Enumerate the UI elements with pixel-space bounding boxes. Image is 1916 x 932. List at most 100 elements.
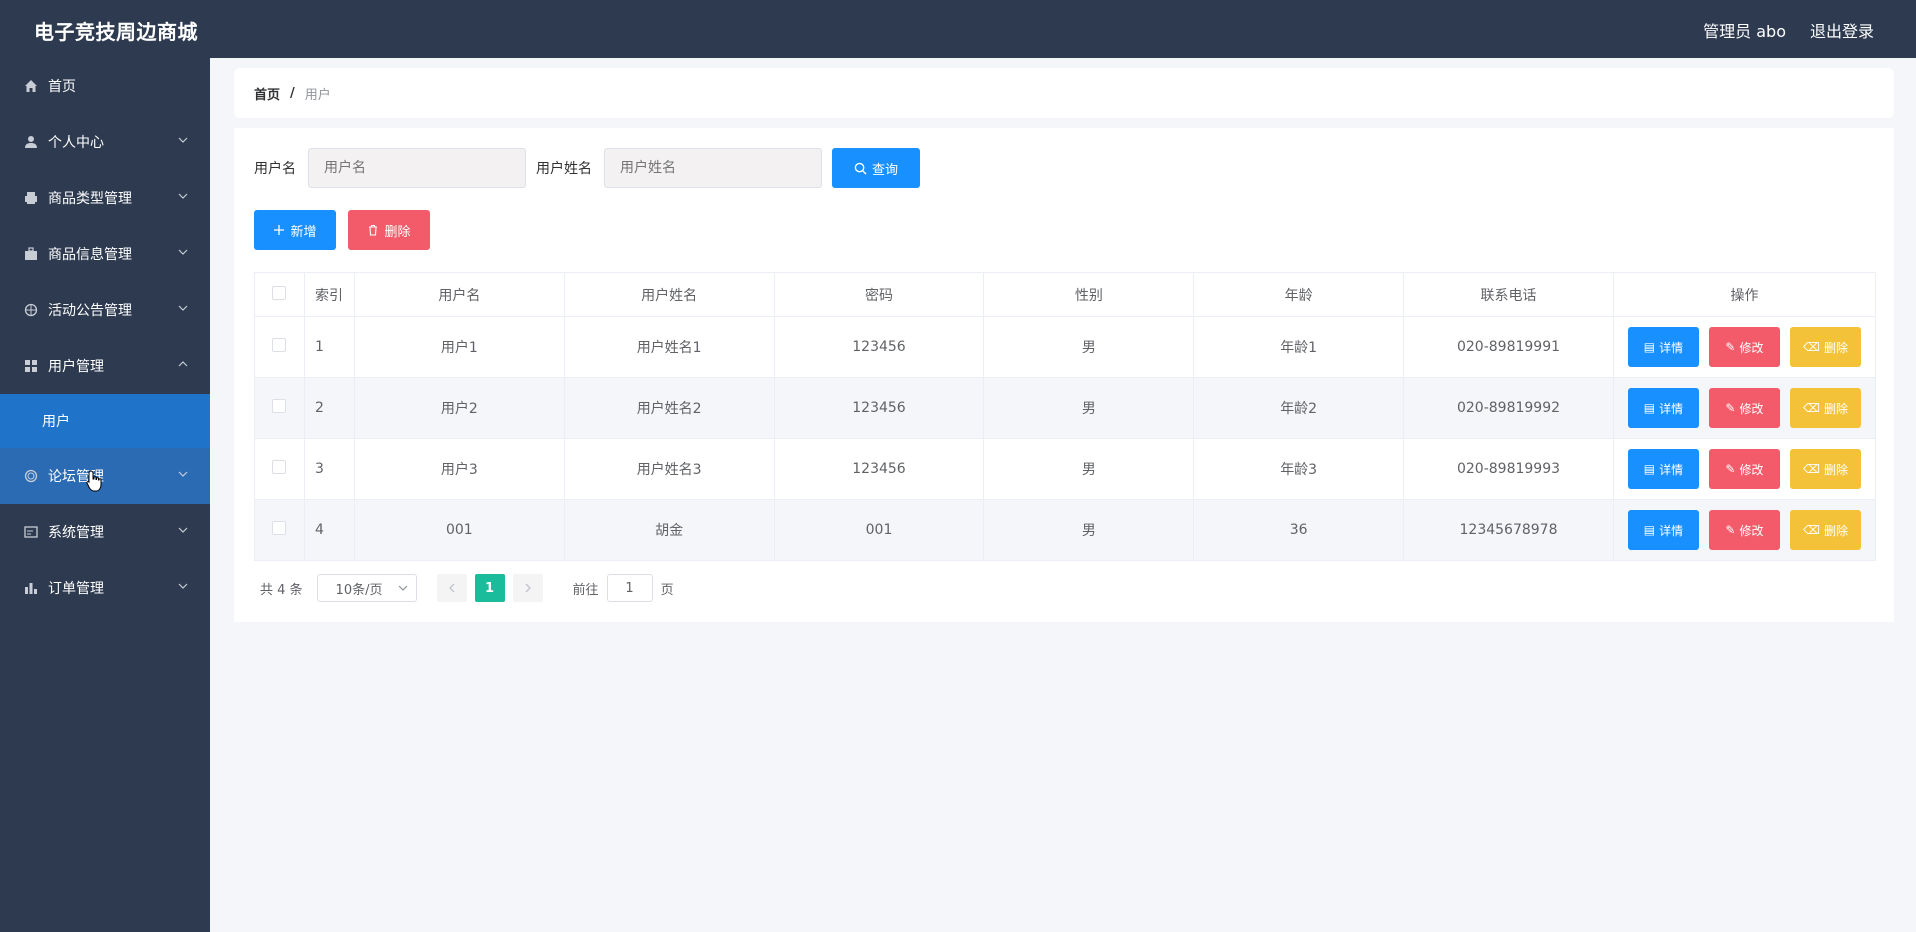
detail-button[interactable]: ▤ 详情	[1627, 327, 1699, 367]
sidebar-item-forum[interactable]: 论坛管理	[0, 448, 210, 504]
detail-icon: ▤	[1643, 462, 1656, 476]
edit-icon: ✎	[1725, 523, 1736, 537]
row-select-cell	[254, 499, 305, 561]
row-checkbox[interactable]	[272, 338, 287, 352]
delete-label: 删除	[1823, 462, 1848, 477]
grid-icon	[24, 359, 38, 373]
detail-label: 详情	[1659, 523, 1684, 538]
cell-gender: 男	[983, 377, 1195, 439]
delete-button[interactable]: ⌫ 删除	[1789, 327, 1861, 367]
delete-button[interactable]: ⌫ 删除	[1789, 510, 1861, 550]
app-title: 电子竞技周边商城	[34, 20, 198, 44]
page-size-select[interactable]: 10条/页	[316, 574, 417, 602]
goto-page-input[interactable]	[606, 574, 653, 602]
cell-gender: 男	[983, 499, 1195, 561]
edit-label: 修改	[1739, 340, 1764, 355]
edit-button[interactable]: ✎ 修改	[1708, 449, 1780, 489]
edit-button[interactable]: ✎ 修改	[1708, 327, 1780, 367]
query-button[interactable]: 查询	[832, 148, 920, 188]
realname-label: 用户姓名	[536, 161, 592, 177]
logout-link[interactable]: 退出登录	[1810, 18, 1874, 42]
sidebar-item-home[interactable]: 首页	[0, 58, 210, 114]
sidebar: 首页 个人中心 商品类型管理 商品信息管理 活动公告管理 用户管理 用户 论坛管…	[0, 58, 210, 932]
cell-index: 1	[303, 316, 355, 378]
chevron-down-icon	[398, 585, 407, 591]
detail-icon: ▤	[1643, 523, 1656, 537]
edit-label: 修改	[1739, 523, 1764, 538]
chevron-down-icon	[178, 527, 188, 533]
cell-age: 年龄1	[1193, 316, 1405, 378]
delete-button[interactable]: ⌫ 删除	[1789, 388, 1861, 428]
cell-index: 2	[303, 377, 355, 439]
col-actions: 操作	[1612, 272, 1877, 317]
cell-username: 用户2	[353, 377, 565, 439]
row-select-cell	[254, 377, 305, 439]
delete-button[interactable]: ⌫ 删除	[1789, 449, 1861, 489]
row-checkbox[interactable]	[272, 521, 287, 535]
col-username: 用户名	[353, 272, 565, 317]
cell-realname: 用户姓名3	[563, 438, 775, 500]
goto-label: 前往	[572, 582, 599, 598]
cell-realname: 用户姓名2	[563, 377, 775, 439]
batch-delete-button[interactable]: 删除	[348, 210, 430, 250]
edit-label: 修改	[1739, 401, 1764, 416]
trash-icon	[369, 224, 378, 236]
detail-button[interactable]: ▤ 详情	[1627, 449, 1699, 489]
cell-phone: 020-89819993	[1403, 438, 1614, 500]
cell-username: 用户1	[353, 316, 565, 378]
breadcrumb-home[interactable]: 首页	[254, 84, 280, 103]
delete-label: 删除	[1823, 340, 1848, 355]
prev-page-button[interactable]	[436, 574, 467, 602]
detail-button[interactable]: ▤ 详情	[1627, 510, 1699, 550]
trash-icon: ⌫	[1802, 462, 1820, 476]
sidebar-item-system[interactable]: 系统管理	[0, 504, 210, 560]
page-unit-label: 页	[660, 582, 674, 598]
sidebar-item-product-info[interactable]: 商品信息管理	[0, 226, 210, 282]
col-password: 密码	[773, 272, 985, 317]
breadcrumb: 首页 / 用户	[234, 68, 1894, 118]
sidebar-item-product-type[interactable]: 商品类型管理	[0, 170, 210, 226]
row-checkbox[interactable]	[272, 460, 287, 474]
edit-button[interactable]: ✎ 修改	[1708, 510, 1780, 550]
query-label: 查询	[871, 162, 898, 178]
cell-phone: 12345678978	[1403, 499, 1614, 561]
hand-pointer-icon	[86, 470, 102, 492]
top-header: 电子竞技周边商城 管理员 abo 退出登录	[0, 0, 1916, 58]
edit-icon: ✎	[1725, 340, 1736, 354]
realname-input[interactable]	[604, 148, 822, 188]
sidebar-item-user-management[interactable]: 用户管理	[0, 338, 210, 394]
sidebar-item-label: 系统管理	[48, 525, 104, 541]
search-icon	[854, 162, 867, 175]
cell-username: 001	[353, 499, 565, 561]
cell-phone: 020-89819991	[1403, 316, 1614, 378]
briefcase-icon	[24, 247, 38, 261]
detail-button[interactable]: ▤ 详情	[1627, 388, 1699, 428]
search-bar: 用户名 用户姓名 查询	[254, 148, 920, 188]
chevron-down-icon	[178, 249, 188, 255]
username-input[interactable]	[308, 148, 526, 188]
detail-label: 详情	[1659, 340, 1684, 355]
sidebar-item-label: 商品信息管理	[48, 247, 132, 263]
edit-button[interactable]: ✎ 修改	[1708, 388, 1780, 428]
sidebar-item-personal-center[interactable]: 个人中心	[0, 114, 210, 170]
next-page-button[interactable]	[512, 574, 543, 602]
row-checkbox[interactable]	[272, 399, 287, 413]
cell-actions: ▤ 详情 ✎ 修改 ⌫ 删除	[1612, 499, 1877, 561]
sidebar-item-label: 首页	[48, 79, 76, 95]
sidebar-item-announcement[interactable]: 活动公告管理	[0, 282, 210, 338]
select-all-checkbox[interactable]	[272, 285, 287, 300]
printer-icon	[24, 191, 38, 205]
add-button[interactable]: 新增	[254, 210, 336, 250]
detail-label: 详情	[1659, 401, 1684, 416]
admin-name: 管理员 abo	[1703, 22, 1786, 41]
table-row: 3 用户3 用户姓名3 123456 男 年龄3 020-89819993 ▤ 详…	[254, 438, 1877, 500]
sidebar-item-orders[interactable]: 订单管理	[0, 560, 210, 616]
cell-index: 4	[303, 499, 355, 561]
sidebar-item-label: 用户管理	[48, 359, 104, 375]
sidebar-item-label: 订单管理	[48, 581, 104, 597]
sidebar-item-label: 活动公告管理	[48, 303, 132, 319]
content-card: 用户名 用户姓名 查询 新增 删除 索引 用户名 用户姓名 密码 性别	[234, 128, 1894, 622]
chevron-right-icon	[525, 583, 531, 593]
sidebar-subitem-user[interactable]: 用户	[0, 394, 210, 448]
page-number-current[interactable]: 1	[474, 574, 505, 602]
